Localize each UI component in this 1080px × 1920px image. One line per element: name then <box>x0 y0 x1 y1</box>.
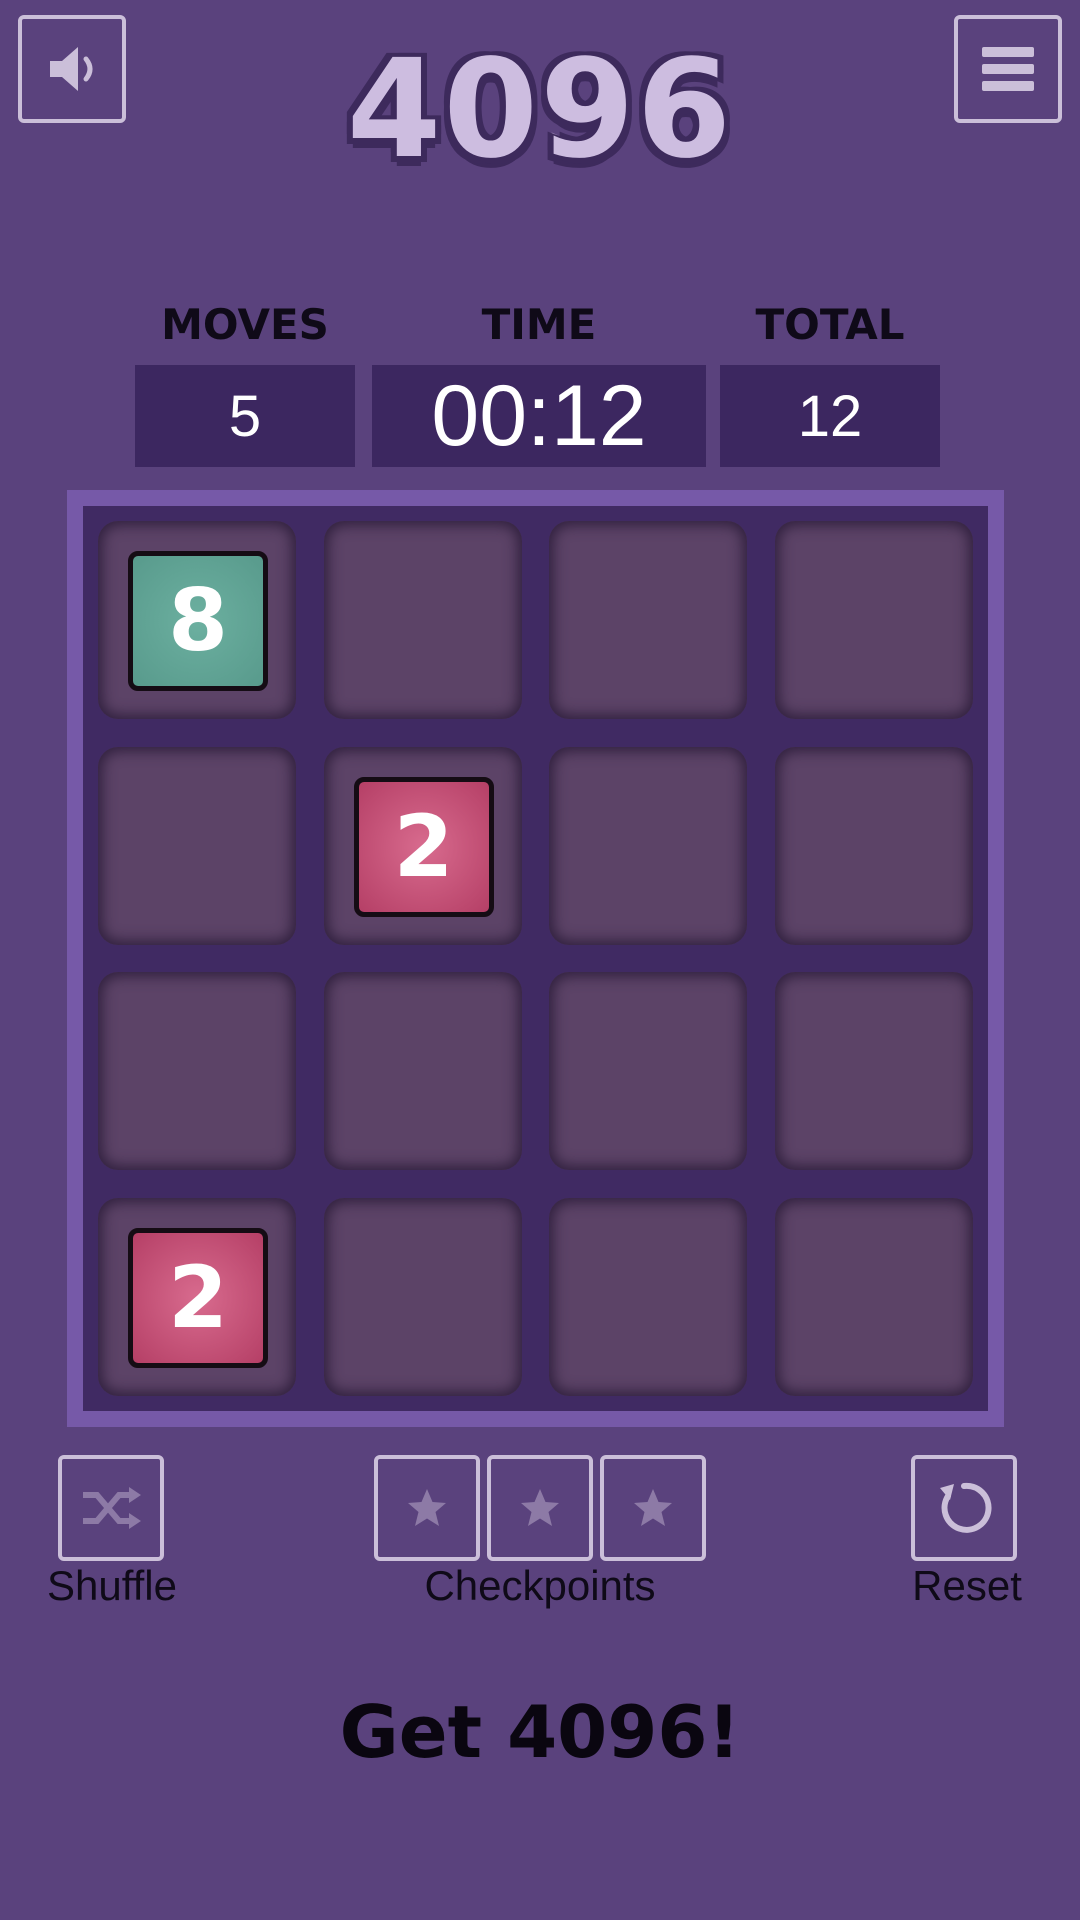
tile-2: 2 <box>353 776 494 917</box>
total-counter: 12 <box>720 365 940 467</box>
game-board[interactable]: 822 <box>67 490 1004 1427</box>
board-cell <box>774 746 973 945</box>
tile-8: 8 <box>128 551 268 691</box>
shuffle-icon <box>83 1487 141 1529</box>
menu-button[interactable] <box>954 15 1062 123</box>
reset-icon <box>940 1482 992 1533</box>
game-title: 4096 <box>345 31 734 189</box>
time-counter: 00:12 <box>372 365 706 467</box>
board-cell: 8 <box>98 521 296 719</box>
board-cell <box>774 521 973 719</box>
time-label: TIME <box>481 300 597 349</box>
checkpoints-label: Checkpoints <box>424 1562 656 1609</box>
board-cell <box>549 746 747 945</box>
board-cell <box>549 972 747 1170</box>
board-cell: 2 <box>98 1197 296 1396</box>
board-cell <box>774 1197 973 1396</box>
tile-2: 2 <box>128 1227 268 1368</box>
board-cell <box>549 521 747 719</box>
hamburger-menu-icon <box>982 47 1034 91</box>
reset-label: Reset <box>912 1562 1022 1609</box>
speaker-icon <box>50 47 93 91</box>
moves-label: MOVES <box>161 300 329 349</box>
checkpoint-slot-3[interactable] <box>600 1455 706 1561</box>
board-cell <box>549 1197 747 1396</box>
moves-counter: 5 <box>135 365 355 467</box>
board-cell <box>323 1197 522 1396</box>
board-cell <box>98 746 296 945</box>
shuffle-button[interactable] <box>58 1455 164 1561</box>
star-icon <box>634 1489 672 1526</box>
star-icon <box>408 1489 446 1526</box>
sound-button[interactable] <box>18 15 126 123</box>
star-icon <box>521 1489 559 1526</box>
board-cell <box>323 521 522 719</box>
goal-text: Get 4096! <box>339 1690 741 1774</box>
board-cell <box>323 972 522 1170</box>
reset-button[interactable] <box>911 1455 1017 1561</box>
shuffle-label: Shuffle <box>47 1562 177 1609</box>
checkpoint-slot-1[interactable] <box>374 1455 480 1561</box>
board-cell <box>98 972 296 1170</box>
total-label: TOTAL <box>755 300 905 349</box>
board-cell <box>774 972 973 1170</box>
board-cell: 2 <box>323 746 522 945</box>
checkpoint-slot-2[interactable] <box>487 1455 593 1561</box>
